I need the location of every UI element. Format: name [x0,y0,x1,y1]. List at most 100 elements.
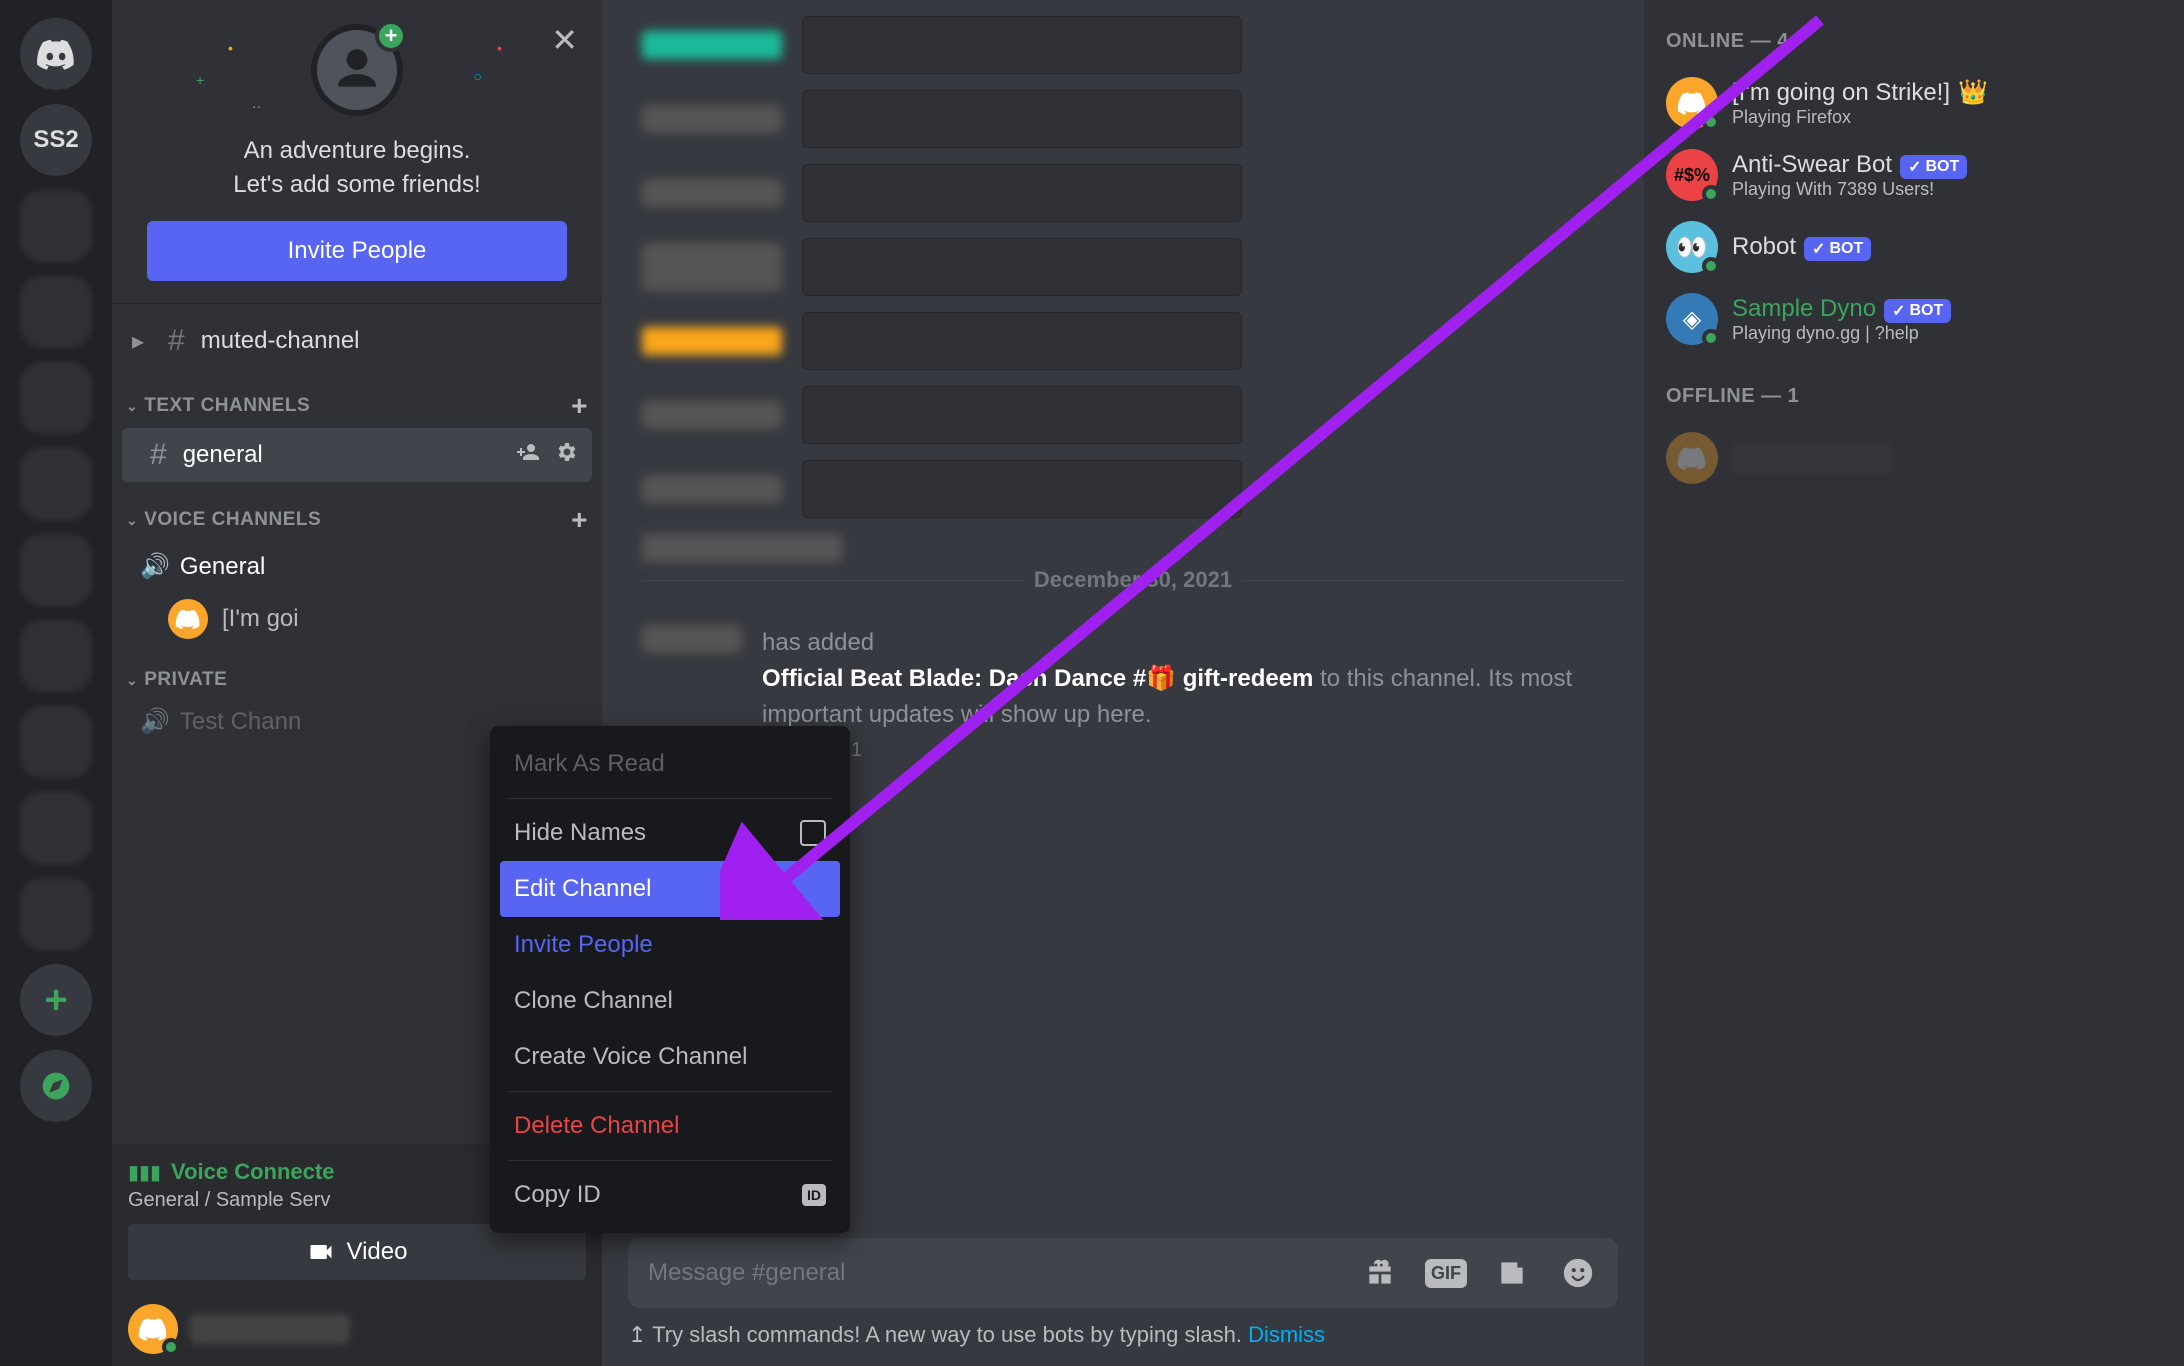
invite-card: ✕ + • ·· ○ • + An adventure begins. Let'… [112,0,602,297]
dismiss-link[interactable]: Dismiss [1248,1322,1325,1347]
server-list: SS2 + [0,0,112,1366]
ctx-hide-names[interactable]: Hide Names [500,805,840,861]
member-row[interactable]: #$% Anti-Swear Bot✓ BOT Playing With 738… [1666,139,2162,211]
checkbox-icon[interactable] [800,820,826,846]
discord-logo-icon [1677,88,1707,118]
status-online-icon [1702,257,1720,275]
hash-icon: # [150,438,167,472]
discord-logo-icon [36,34,76,74]
status-online-icon [162,1338,180,1356]
home-button[interactable] [20,18,92,90]
chevron-down-icon: ⌄ [126,398,138,415]
ctx-mark-as-read: Mark As Read [500,736,840,792]
member-row[interactable] [1666,422,2162,494]
sparkle-icon: • [497,40,502,56]
ctx-invite-people[interactable]: Invite People [500,917,840,973]
ctx-clone-channel[interactable]: Clone Channel [500,973,840,1029]
chevron-down-icon: ⌄ [126,512,138,529]
discord-logo-icon [138,1314,168,1344]
speaker-icon: 🔊 [140,552,170,581]
ctx-edit-channel[interactable]: Edit Channel [500,861,840,917]
channel-sidebar: ✕ + • ·· ○ • + An adventure begins. Let'… [112,0,602,1366]
server-ss2[interactable]: SS2 [20,104,92,176]
id-badge-icon: ID [802,1184,826,1206]
server-item[interactable] [20,190,92,262]
member-row[interactable]: [I'm going on Strike!]👑 Playing Firefox [1666,67,2162,139]
voice-user[interactable]: [I'm goi [112,591,602,647]
followed-channel-name: Official Beat Blade: Dash Dance #🎁 gift-… [762,665,1313,692]
crown-icon: 👑 [1958,79,1988,106]
avatar: ◈ [1666,293,1718,345]
category-voice-channels[interactable]: ⌄ VOICE CHANNELS + [112,482,602,542]
sticker-icon[interactable] [1492,1253,1532,1293]
explore-button[interactable] [20,1050,92,1122]
voice-channel-general[interactable]: 🔊 General [112,542,602,591]
status-online-icon [1702,185,1720,203]
slash-command-hint: ↥ Try slash commands! A new way to use b… [602,1314,1644,1366]
ctx-create-voice-channel[interactable]: Create Voice Channel [500,1029,840,1085]
server-item[interactable] [20,534,92,606]
bot-badge: ✓ BOT [1900,155,1967,179]
status-online-icon [1702,113,1720,131]
user-area[interactable] [112,1292,602,1366]
add-channel-icon[interactable]: + [571,504,588,536]
avatar: #$% [1666,149,1718,201]
invite-people-button[interactable]: Invite People [147,221,567,281]
add-channel-icon[interactable]: + [571,390,588,422]
sparkle-icon: ·· [252,98,261,114]
server-item[interactable] [20,620,92,692]
message-placeholder: Message #general [648,1259,1336,1287]
server-item[interactable] [20,448,92,520]
speaker-icon: 🔊 [140,707,170,736]
server-item[interactable] [20,706,92,778]
emoji-icon[interactable] [1558,1253,1598,1293]
username-redacted [1732,443,1892,473]
avatar [1666,432,1718,484]
gear-icon[interactable] [554,440,578,471]
online-header: ONLINE — 4 [1666,30,2162,53]
voice-connected-label: Voice Connecte [171,1159,334,1185]
sparkle-icon: • [228,40,233,56]
add-member-icon[interactable] [516,440,540,471]
hash-icon: # [168,324,185,358]
server-item[interactable] [20,792,92,864]
status-online-icon [1702,329,1720,347]
channel-muted[interactable]: ▸ # muted-channel [112,314,602,368]
ctx-delete-channel[interactable]: Delete Channel [500,1098,840,1154]
invite-avatar: + [311,24,403,116]
avatar [128,1304,178,1354]
bot-badge: ✓ BOT [1884,299,1951,323]
username-redacted [190,1314,350,1344]
category-private[interactable]: ⌄ PRIVATE [112,647,602,697]
discord-logo-icon [175,606,201,632]
offline-header: OFFLINE — 1 [1666,385,2162,408]
server-item[interactable] [20,276,92,348]
member-row[interactable]: 👀 Robot✓ BOT [1666,211,2162,283]
add-server-button[interactable]: + [20,964,92,1036]
message-input[interactable]: Message #general GIF [628,1238,1618,1308]
context-menu: Mark As Read Hide Names Edit Channel Inv… [490,726,850,1233]
server-item[interactable] [20,362,92,434]
video-icon [307,1238,335,1266]
invite-text: An adventure begins. Let's add some frie… [132,134,582,201]
member-list: ONLINE — 4 [I'm going on Strike!]👑 Playi… [1644,0,2184,1366]
bot-badge: ✓ BOT [1804,237,1871,261]
channel-general[interactable]: # general [122,428,592,482]
user-icon [332,45,382,95]
date-divider: December 30, 2021 [642,580,1624,607]
category-text-channels[interactable]: ⌄ TEXT CHANNELS + [112,368,602,428]
avatar [168,599,208,639]
close-icon[interactable]: ✕ [551,24,578,56]
signal-icon: ▮▮▮ [128,1160,161,1185]
compass-icon [40,1070,72,1102]
member-row[interactable]: ◈ Sample Dyno✓ BOT Playing dyno.gg | ?he… [1666,283,2162,355]
sparkle-icon: + [196,72,204,88]
avatar: 👀 [1666,221,1718,273]
gift-icon[interactable] [1360,1253,1400,1293]
server-item[interactable] [20,878,92,950]
chevron-down-icon: ⌄ [126,672,138,689]
gif-icon[interactable]: GIF [1426,1253,1466,1293]
avatar [1666,77,1718,129]
ctx-copy-id[interactable]: Copy ID ID [500,1167,840,1223]
message-timestamp: 12/30/2021 [762,739,1624,762]
